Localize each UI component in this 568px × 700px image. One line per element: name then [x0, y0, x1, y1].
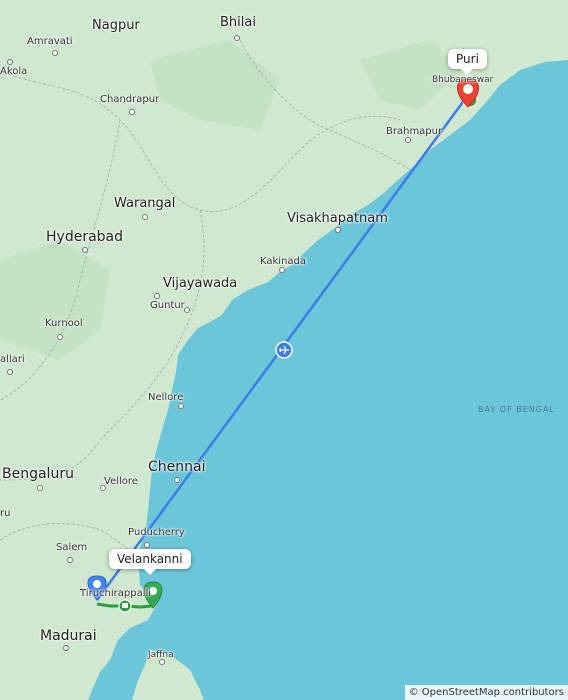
city-dot	[57, 334, 63, 340]
city-label-chandrapur: Chandrapur	[100, 94, 160, 105]
map-attribution[interactable]: © OpenStreetMap contributors	[404, 685, 568, 700]
city-dot	[144, 542, 150, 548]
city-dot	[52, 50, 58, 56]
city-label-tiruchirappalli: Tiruchirappalli	[80, 588, 152, 599]
city-label-amravati: Amravati	[27, 36, 73, 47]
city-label-nagpur: Nagpur	[92, 18, 140, 33]
city-dot	[178, 403, 184, 409]
city-dot	[405, 137, 411, 143]
city-dot	[7, 59, 13, 65]
city-label-nellore: Nellore	[148, 392, 184, 403]
city-dot	[234, 35, 240, 41]
city-label-madurai: Madurai	[40, 628, 97, 644]
city-label-kakinada: Kakinada	[260, 256, 307, 267]
city-label-bhilai: Bhilai	[220, 15, 256, 30]
sea-label: BAY OF BENGAL	[478, 405, 555, 414]
city-label-brahmapur: Brahmapur	[386, 126, 443, 137]
city-label-guntur: Guntur	[150, 300, 185, 311]
city-label-vijayawada: Vijayawada	[163, 276, 238, 291]
city-dot	[154, 293, 160, 299]
city-label-jaffna: Jaffna	[148, 650, 174, 660]
city-label-akola: Akola	[0, 66, 28, 77]
city-label-bhubaneswar: Bhubaneswar	[432, 75, 494, 85]
city-label-chennai: Chennai	[148, 459, 206, 475]
city-label-ballari: allari	[0, 354, 25, 365]
city-label-puducherry: Puducherry	[128, 527, 185, 538]
destination-callout-velankanni[interactable]: Velankanni	[109, 549, 191, 575]
city-dot	[142, 214, 148, 220]
city-label-vellore: Vellore	[104, 476, 138, 487]
city-label-hyderabad: Hyderabad	[46, 229, 123, 245]
city-label-bengaluru: Bengaluru	[2, 466, 74, 482]
train-icon	[118, 599, 132, 613]
city-label-kurnool: Kurnool	[45, 318, 83, 329]
city-dot	[82, 247, 88, 253]
city-dot	[37, 485, 43, 491]
city-label-visakhapatnam: Visakhapatnam	[287, 211, 388, 226]
city-dot	[7, 369, 13, 375]
city-label-salem: Salem	[56, 542, 88, 553]
destination-callout-puri[interactable]: Puri	[448, 49, 487, 75]
city-label-warangal: Warangal	[114, 196, 176, 211]
city-dot	[335, 227, 341, 233]
city-dot	[129, 109, 135, 115]
city-dot	[63, 645, 69, 651]
city-label-partial-ru: ru	[0, 508, 11, 519]
city-dot	[67, 557, 73, 563]
city-dot	[174, 477, 180, 483]
city-dot	[279, 267, 285, 273]
airplane-icon	[275, 341, 293, 359]
